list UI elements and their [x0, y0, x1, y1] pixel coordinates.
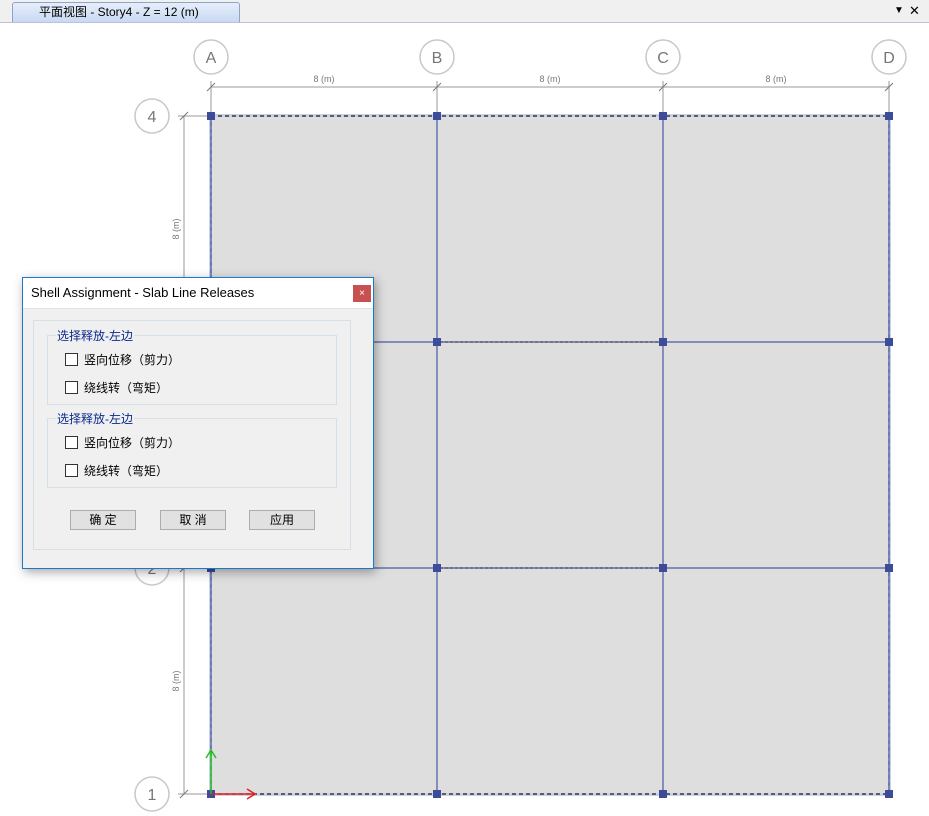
dimension-label-y: 8 (m) [171, 219, 181, 240]
joint-node[interactable] [659, 338, 667, 346]
grid-label-B: B [432, 50, 443, 67]
dimension-label-x: 8 (m) [766, 74, 787, 84]
joint-node[interactable] [885, 564, 893, 572]
grid-label-C: C [657, 50, 669, 67]
joint-node[interactable] [659, 790, 667, 798]
checkbox-box-icon[interactable] [65, 464, 78, 477]
plan-view-tab[interactable]: 平面视图 - Story4 - Z = 12 (m) [12, 2, 240, 22]
checkbox-label: 绕线转（弯矩） [84, 381, 169, 395]
grid-label-D: D [883, 50, 895, 67]
slab-line-releases-dialog: Shell Assignment - Slab Line Releases × … [22, 277, 374, 569]
release-1-shear-checkbox[interactable]: 竖向位移（剪力） [65, 353, 180, 367]
document-tab-bar: 平面视图 - Story4 - Z = 12 (m) ▼ ✕ [0, 0, 929, 23]
release-group-1-title: 选择释放-左边 [56, 329, 134, 343]
release-2-shear-checkbox[interactable]: 竖向位移（剪力） [65, 436, 180, 450]
checkbox-box-icon[interactable] [65, 353, 78, 366]
checkbox-label: 竖向位移（剪力） [84, 353, 181, 367]
grid-label-4: 4 [148, 109, 157, 126]
joint-node[interactable] [433, 790, 441, 798]
cancel-button[interactable]: 取 消 [160, 510, 226, 530]
joint-node[interactable] [885, 790, 893, 798]
dialog-title: Shell Assignment - Slab Line Releases [31, 285, 255, 300]
dimension-label-x: 8 (m) [540, 74, 561, 84]
joint-node[interactable] [207, 112, 215, 120]
release-group-2-title: 选择释放-左边 [56, 412, 134, 426]
dialog-title-bar[interactable]: Shell Assignment - Slab Line Releases × [23, 278, 373, 309]
joint-node[interactable] [885, 112, 893, 120]
checkbox-label: 竖向位移（剪力） [84, 436, 181, 450]
joint-node[interactable] [659, 564, 667, 572]
dialog-close-button[interactable]: × [353, 285, 371, 302]
dimension-label-x: 8 (m) [314, 74, 335, 84]
joint-node[interactable] [659, 112, 667, 120]
joint-node[interactable] [885, 338, 893, 346]
release-2-moment-checkbox[interactable]: 绕线转（弯矩） [65, 464, 168, 478]
release-1-moment-checkbox[interactable]: 绕线转（弯矩） [65, 381, 168, 395]
dimension-label-y: 8 (m) [171, 671, 181, 692]
grid-label-1: 1 [148, 787, 157, 804]
ok-button[interactable]: 确 定 [70, 510, 136, 530]
tab-close-icon[interactable]: ✕ [909, 2, 920, 20]
checkbox-box-icon[interactable] [65, 436, 78, 449]
apply-button[interactable]: 应用 [249, 510, 315, 530]
joint-node[interactable] [433, 338, 441, 346]
grid-label-A: A [206, 50, 217, 67]
checkbox-box-icon[interactable] [65, 381, 78, 394]
joint-node[interactable] [433, 564, 441, 572]
joint-node[interactable] [433, 112, 441, 120]
checkbox-label: 绕线转（弯矩） [84, 464, 169, 478]
tab-dropdown-icon[interactable]: ▼ [894, 2, 904, 20]
